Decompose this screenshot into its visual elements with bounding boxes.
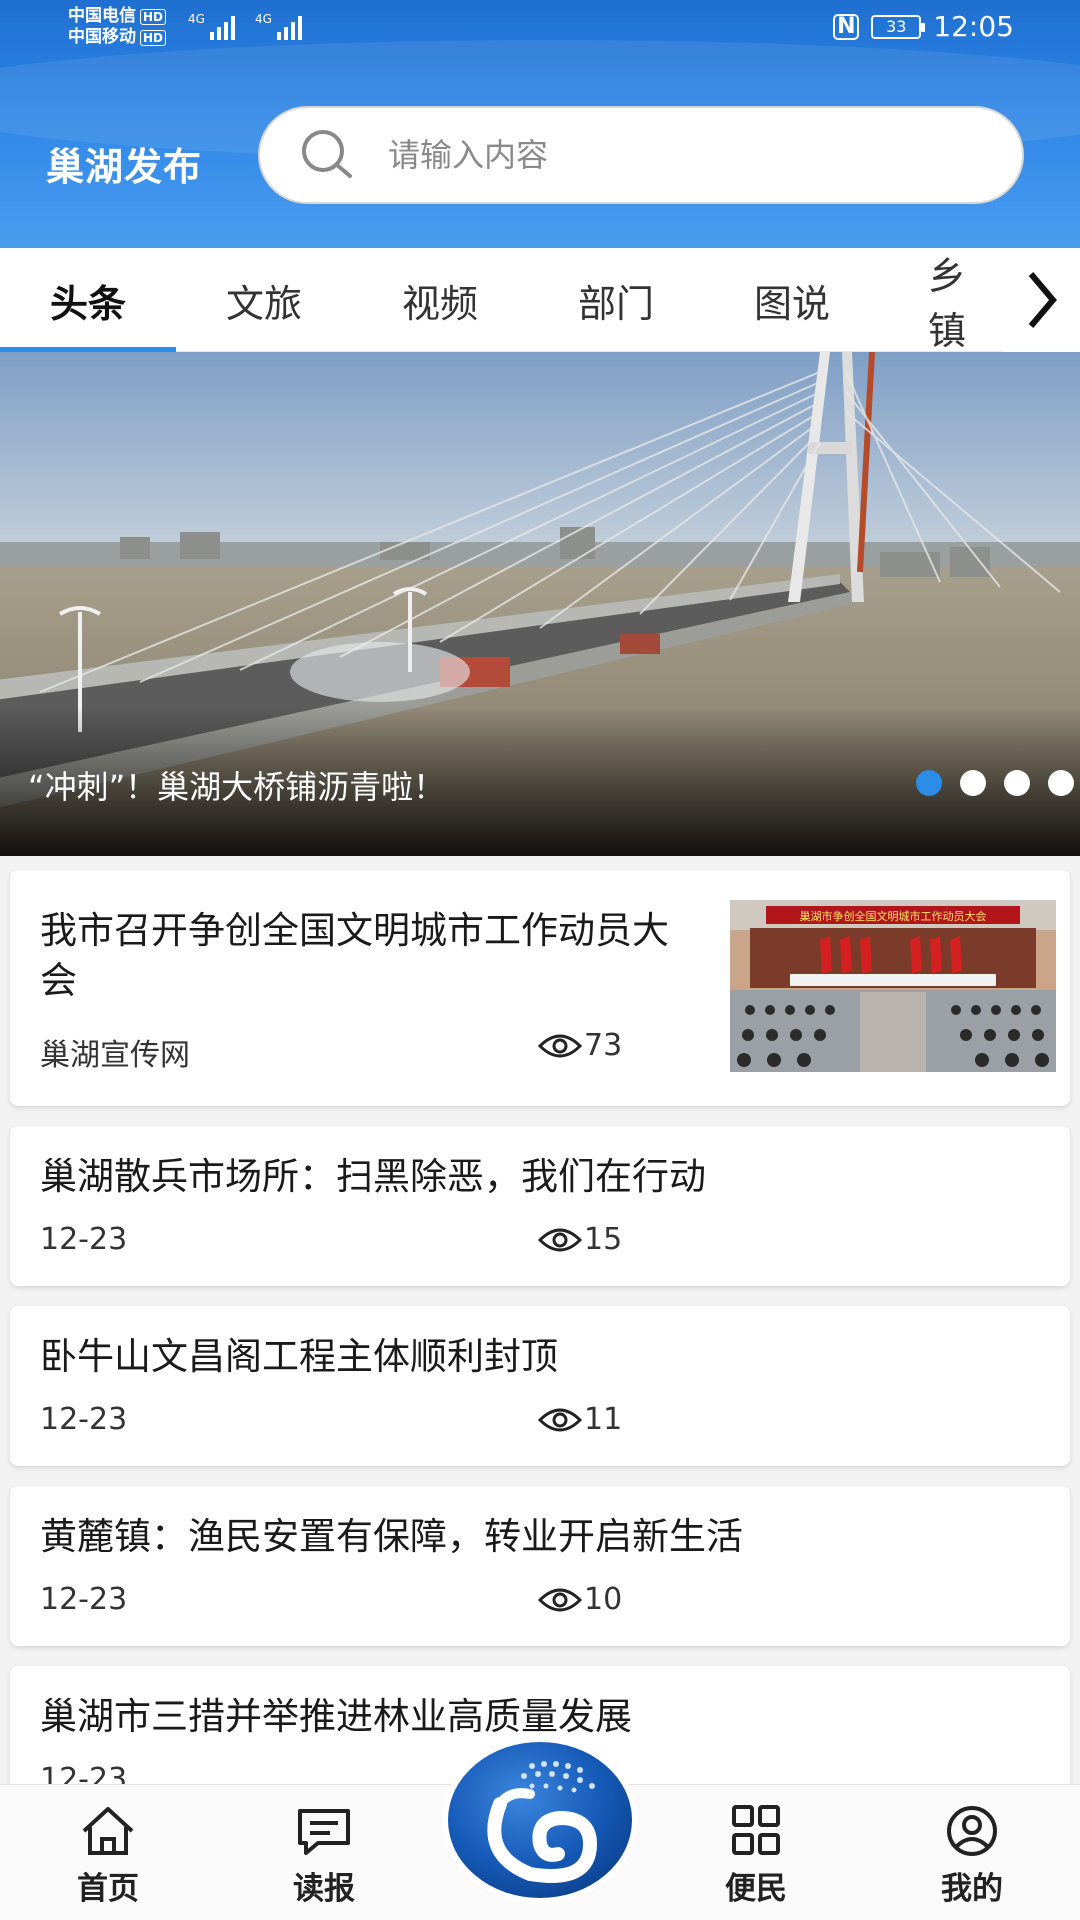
clock: 12:05 <box>933 10 1014 43</box>
banner-caption[interactable]: “冲刺”！巢湖大桥铺沥青啦！ <box>28 762 445 808</box>
hd-badge: HD <box>140 30 167 46</box>
news-item[interactable]: 黄麓镇：渔民安置有保障，转业开启新生活 12-23 10 <box>10 1486 1070 1646</box>
tab-departments[interactable]: 部门 <box>528 248 704 352</box>
news-date: 12-23 <box>40 1402 128 1437</box>
hd-badge: HD <box>140 9 167 25</box>
tab-photo-story[interactable]: 图说 <box>704 248 880 352</box>
network-1-label: 4G <box>188 12 205 26</box>
nav-label: 我的 <box>941 1871 1003 1907</box>
carrier-info: 中国电信 HD 中国移动 HD <box>68 6 167 48</box>
views-count: 11 <box>584 1402 623 1437</box>
nav-profile[interactable]: 我的 <box>892 1785 1052 1920</box>
thumb-banner-text: 巢湖市争创全国文明城市工作动员大会 <box>800 909 987 923</box>
tab-towns[interactable]: 乡镇 <box>928 248 1002 352</box>
carrier-2-label: 中国移动 <box>68 27 136 47</box>
nav-services[interactable]: 便民 <box>676 1785 836 1920</box>
news-views: 11 <box>538 1402 622 1437</box>
search-bar[interactable] <box>258 106 1024 204</box>
eye-icon <box>538 1408 582 1431</box>
carousel-dot[interactable] <box>916 770 942 796</box>
tabs-more-button[interactable] <box>1002 248 1080 352</box>
eye-icon <box>538 1228 582 1251</box>
search-input[interactable] <box>388 136 948 174</box>
nav-label: 首页 <box>77 1871 139 1907</box>
carousel-dot[interactable] <box>1004 770 1030 796</box>
tab-video[interactable]: 视频 <box>352 248 528 352</box>
home-icon <box>82 1807 134 1855</box>
views-count: 15 <box>584 1222 623 1257</box>
network-2-label: 4G <box>254 12 272 26</box>
news-item[interactable]: 巢湖散兵市场所：扫黑除恶，我们在行动 12-23 15 <box>10 1126 1070 1286</box>
message-icon <box>298 1809 350 1855</box>
status-bar: 中国电信 HD 中国移动 HD 4G 4G N 33 12:05 <box>0 0 1080 56</box>
tab-culture-tourism[interactable]: 文旅 <box>176 248 352 352</box>
app-title: 巢湖发布 <box>46 145 203 189</box>
news-views: 15 <box>538 1222 622 1257</box>
chevron-right-icon <box>1028 272 1057 328</box>
eye-icon <box>538 1588 582 1611</box>
news-views: 73 <box>538 1028 622 1063</box>
signal-indicators: 4G 4G <box>188 12 302 40</box>
news-title[interactable]: 卧牛山文昌阁工程主体顺利封顶 <box>40 1332 558 1382</box>
carousel-dot[interactable] <box>1048 770 1074 796</box>
nav-read-paper[interactable]: 读报 <box>244 1785 404 1920</box>
search-icon[interactable] <box>298 126 356 184</box>
banner-carousel[interactable]: “冲刺”！巢湖大桥铺沥青啦！ <box>0 352 1080 856</box>
news-title[interactable]: 我市召开争创全国文明城市工作动员大会 <box>40 906 680 1006</box>
views-count: 73 <box>584 1028 623 1063</box>
battery-icon: 33 <box>871 14 926 39</box>
meeting-hall-image: 巢湖市争创全国文明城市工作动员大会 <box>730 900 1056 1072</box>
app-header: 中国电信 HD 中国移动 HD 4G 4G N 33 12:05 巢湖发布 <box>0 0 1080 248</box>
signal-1-icon: 4G <box>188 12 235 40</box>
category-tabs: 头条 文旅 视频 部门 图说 乡镇 <box>0 248 1080 352</box>
nav-home[interactable]: 首页 <box>28 1785 188 1920</box>
nav-label: 读报 <box>293 1871 355 1907</box>
news-thumbnail[interactable]: 巢湖市争创全国文明城市工作动员大会 <box>730 900 1056 1072</box>
nav-label: 便民 <box>725 1871 787 1907</box>
tab-headlines[interactable]: 头条 <box>0 248 176 352</box>
carousel-dot[interactable] <box>960 770 986 796</box>
news-date: 12-23 <box>40 1222 128 1257</box>
views-count: 10 <box>584 1582 623 1617</box>
nfc-icon: N <box>833 13 860 40</box>
news-title[interactable]: 巢湖散兵市场所：扫黑除恶，我们在行动 <box>40 1152 706 1202</box>
carrier-1-label: 中国电信 <box>68 6 136 26</box>
news-title[interactable]: 黄麓镇：渔民安置有保障，转业开启新生活 <box>40 1512 743 1562</box>
news-item[interactable]: 我市召开争创全国文明城市工作动员大会 巢湖宣传网 73 巢湖市争创全国文明城市工… <box>10 870 1070 1106</box>
news-item[interactable]: 卧牛山文昌阁工程主体顺利封顶 12-23 11 <box>10 1306 1070 1466</box>
news-date: 12-23 <box>40 1582 128 1617</box>
news-source: 巢湖宣传网 <box>40 1038 190 1073</box>
eye-icon <box>538 1034 582 1057</box>
status-right: N 33 12:05 <box>833 10 1014 43</box>
signal-2-icon: 4G <box>255 12 302 40</box>
news-views: 10 <box>538 1582 622 1617</box>
carousel-dots <box>916 770 1074 796</box>
user-icon <box>947 1806 997 1856</box>
grid-icon <box>732 1805 780 1855</box>
app-logo-icon[interactable] <box>440 1734 640 1906</box>
